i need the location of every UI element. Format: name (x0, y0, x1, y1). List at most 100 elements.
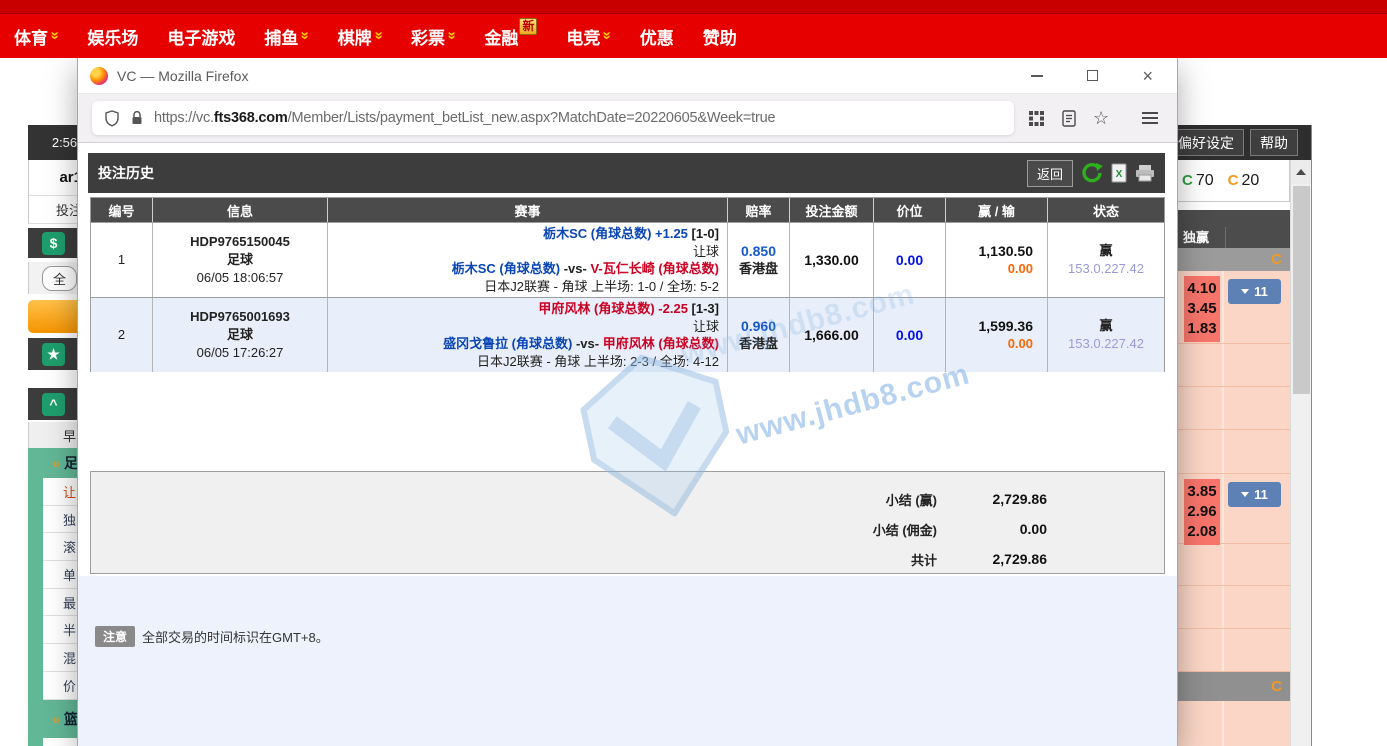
preferences-button[interactable]: 偏好设定 (1168, 129, 1244, 156)
page-edge-line (1311, 125, 1312, 746)
refresh-icon-orange[interactable]: C (1228, 172, 1239, 189)
chevron-down-icon: « (369, 31, 386, 39)
odds-highlight-block[interactable]: 3.85 2.96 2.08 (1184, 479, 1220, 545)
window-titlebar[interactable]: VC — Mozilla Firefox × (78, 58, 1177, 94)
chevron-down-icon: « (598, 31, 615, 39)
refresh-icon-green[interactable]: C (1182, 172, 1193, 189)
bet-ref: HDP9765001693 (190, 308, 290, 326)
odds-cell[interactable] (1224, 387, 1288, 429)
shield-icon[interactable] (104, 110, 120, 127)
home-team: 盛冈戈鲁拉 (角球总数) (443, 336, 572, 351)
odds-cell[interactable]: 3.85 2.96 2.08 (1177, 474, 1224, 543)
print-icon[interactable] (1135, 164, 1155, 182)
refresh-counters: C70 C20 (1171, 160, 1290, 202)
bookmark-star-icon[interactable]: ☆ (1093, 109, 1109, 127)
odds-cell[interactable] (1177, 344, 1224, 386)
odds-cell[interactable] (1224, 701, 1288, 746)
nav-item-sponsor[interactable]: 赞助 (703, 24, 737, 49)
all-filter-button[interactable]: 全 (42, 266, 77, 291)
close-icon[interactable]: × (1142, 67, 1153, 85)
note-badge: 注意 (95, 626, 135, 647)
scroll-up-button[interactable] (1291, 160, 1311, 184)
odds-cell[interactable] (1177, 430, 1224, 473)
league-line: 日本J2联赛 - 角球 上半场: 2-3 / 全场: 4-12 (477, 353, 719, 371)
col-header-winloss: 赢 / 输 (946, 198, 1048, 222)
table-header-row: 编号 信息 赛事 赔率 投注金额 价位 赢 / 输 状态 (91, 198, 1164, 222)
odds-cell[interactable] (1224, 586, 1288, 628)
page-scrollbar[interactable] (1290, 160, 1311, 746)
summary-row-commission: 小结 (佣金) 0.00 (91, 514, 1164, 544)
col-header-match: 赛事 (328, 198, 728, 222)
note-text: 全部交易的时间标识在GMT+8。 (142, 627, 329, 646)
odds-group-bar: C (1177, 248, 1290, 271)
extensions-grid-icon[interactable] (1028, 110, 1045, 127)
minimize-icon[interactable] (1031, 75, 1043, 77)
reader-mode-icon[interactable] (1062, 110, 1076, 127)
chevron-down-icon: « (46, 31, 63, 39)
nav-item-promo[interactable]: 优惠 (640, 24, 674, 49)
nav-item-lottery[interactable]: 彩票« (411, 24, 455, 49)
odds-cell[interactable] (1177, 629, 1224, 671)
export-excel-icon[interactable]: X (1111, 163, 1127, 183)
counter-value: 20 (1241, 172, 1259, 190)
away-team: 甲府风林 (角球总数) (603, 336, 719, 351)
odds-cell[interactable] (1224, 629, 1288, 671)
more-markets-button[interactable]: 11 (1228, 279, 1281, 304)
odds-cell[interactable] (1177, 586, 1224, 628)
nav-item-slots[interactable]: 电子游戏 (167, 24, 235, 49)
nav-item-finance[interactable]: 金融新 (484, 24, 537, 49)
refresh-icon[interactable] (1081, 162, 1103, 184)
lock-icon[interactable] (130, 110, 144, 126)
odds-cell[interactable]: 4.10 3.45 1.83 (1177, 271, 1224, 343)
bet-sport: 足球 (227, 251, 253, 269)
nav-item-boardgames[interactable]: 棋牌« (338, 24, 382, 49)
nav-item-esports[interactable]: 电竞« (566, 24, 610, 49)
bet-time: 06/05 18:06:57 (197, 269, 284, 287)
cell-status: 赢 153.0.227.42 (1048, 223, 1164, 297)
summary-row-win: 小结 (赢) 2,729.86 (91, 484, 1164, 514)
bet-pick: 甲府风林 (角球总数) -2.25 (538, 301, 688, 316)
odds-cell[interactable] (1224, 344, 1288, 386)
odds-cell[interactable] (1177, 701, 1224, 746)
odds-cell[interactable] (1224, 544, 1288, 585)
nav-item-casino[interactable]: 娱乐场 (87, 24, 138, 49)
bet-ref: HDP9765150045 (190, 233, 290, 251)
odds-highlight-block[interactable]: 4.10 3.45 1.83 (1184, 276, 1220, 342)
cell-match: 甲府风林 (角球总数) -2.25 [1-3] 让球 盛冈戈鲁拉 (角球总数) … (328, 298, 728, 372)
note-area: 注意 全部交易的时间标识在GMT+8。 (78, 576, 1177, 746)
triangle-down-icon (1241, 492, 1249, 497)
col-header-price: 价位 (874, 198, 946, 222)
odds-cell[interactable] (1177, 387, 1224, 429)
scrollbar-thumb[interactable] (1293, 186, 1310, 394)
away-team: V-瓦仁长崎 (角球总数) (590, 261, 719, 276)
browser-urlbar: https://vc.fts368.com/Member/Lists/payme… (78, 94, 1177, 143)
odds-grid: 4.10 3.45 1.83 11 3.85 (1177, 271, 1290, 672)
odds-panel: 独赢 C 4.10 3.45 1.83 11 (1177, 210, 1290, 746)
double-arrow-icon: » (52, 711, 60, 727)
table-row: 2 HDP9765001693 足球 06/05 17:26:27 甲府风林 (… (91, 297, 1164, 372)
nav-top-strip (0, 0, 1387, 14)
back-button[interactable]: 返回 (1027, 160, 1073, 187)
svg-text:X: X (1116, 169, 1123, 180)
status-badge: 赢 (1099, 317, 1112, 335)
home-team: 栃木SC (角球总数) (452, 261, 560, 276)
cell-info: HDP9765150045 足球 06/05 18:06:57 (153, 223, 328, 297)
more-markets-button[interactable]: 11 (1228, 482, 1281, 507)
refresh-icon-orange[interactable]: C (1271, 251, 1282, 268)
cell-match: 栃木SC (角球总数) +1.25 [1-0] 让球 栃木SC (角球总数) -… (328, 223, 728, 297)
double-arrow-icon: » (52, 455, 60, 471)
bet-time: 06/05 17:26:27 (197, 344, 284, 362)
odds-cell[interactable] (1177, 544, 1224, 585)
nav-item-sports[interactable]: 体育« (14, 24, 58, 49)
address-field[interactable]: https://vc.fts368.com/Member/Lists/payme… (92, 101, 1014, 135)
refresh-icon-orange[interactable]: C (1271, 678, 1282, 695)
cell-odds: 0.960 香港盘 (728, 298, 790, 372)
odds-cell[interactable] (1224, 430, 1288, 473)
summary-row-total: 共计 2,729.86 (91, 544, 1164, 574)
nav-item-fishing[interactable]: 捕鱼« (264, 24, 308, 49)
bet-sport: 足球 (227, 326, 253, 344)
chevron-down-icon: « (296, 31, 313, 39)
help-button[interactable]: 帮助 (1250, 129, 1298, 156)
maximize-icon[interactable] (1087, 70, 1098, 81)
menu-hamburger-icon[interactable] (1142, 117, 1158, 119)
